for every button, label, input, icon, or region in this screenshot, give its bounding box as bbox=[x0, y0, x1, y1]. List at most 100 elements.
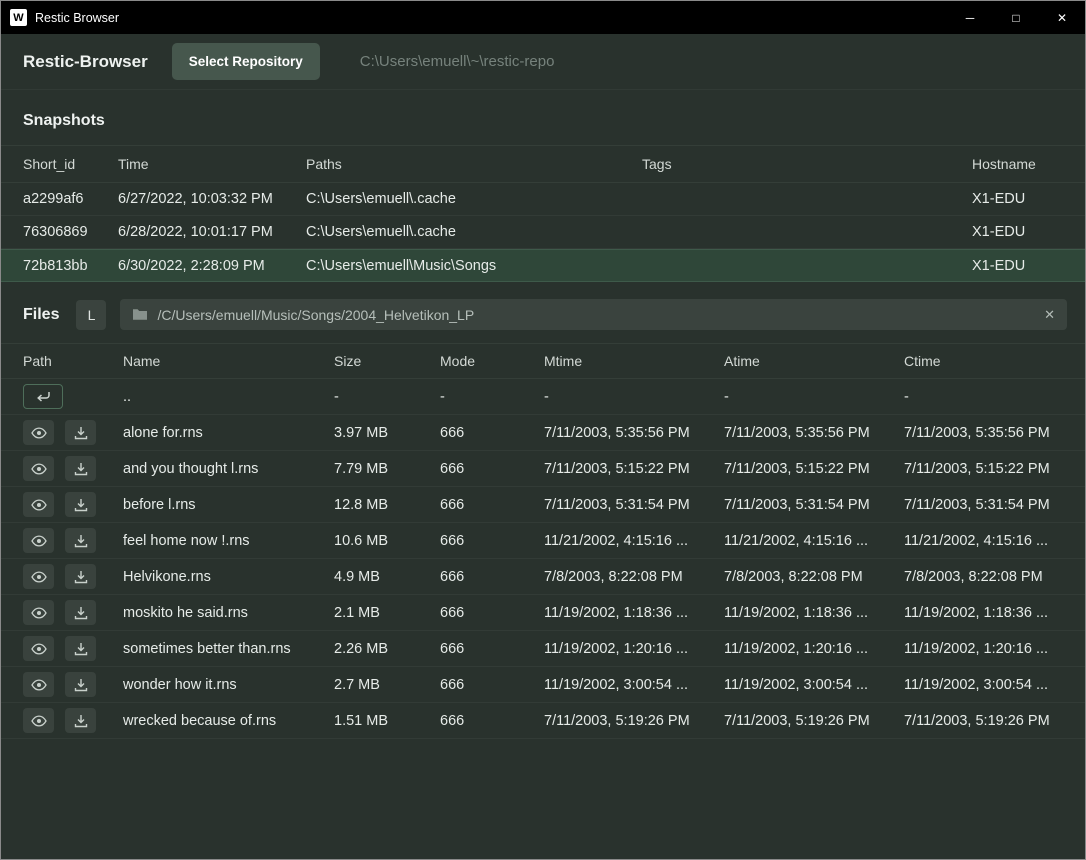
download-file-button[interactable] bbox=[65, 600, 96, 625]
file-ctime: 7/11/2003, 5:35:56 PM bbox=[904, 425, 1085, 441]
preview-file-button[interactable] bbox=[23, 492, 54, 517]
snapshot-paths: C:\Users\emuell\.cache bbox=[306, 224, 642, 240]
snapshot-hostname: X1-EDU bbox=[972, 258, 1085, 274]
file-name: moskito he said.rns bbox=[123, 605, 334, 621]
file-mode: 666 bbox=[440, 677, 544, 693]
parent-directory-row: .. - - - - - bbox=[1, 379, 1085, 415]
file-atime: 11/19/2002, 1:20:16 ... bbox=[724, 641, 904, 657]
column-header-ctime: Ctime bbox=[904, 353, 1085, 369]
preview-file-button[interactable] bbox=[23, 528, 54, 553]
preview-file-button[interactable] bbox=[23, 600, 54, 625]
snapshot-time: 6/28/2022, 10:01:17 PM bbox=[118, 224, 306, 240]
file-row: Helvikone.rns 4.9 MB 666 7/8/2003, 8:22:… bbox=[1, 559, 1085, 595]
preview-file-button[interactable] bbox=[23, 708, 54, 733]
snapshot-short-id: 76306869 bbox=[23, 224, 118, 240]
file-ctime: 7/8/2003, 8:22:08 PM bbox=[904, 569, 1085, 585]
download-file-button[interactable] bbox=[65, 564, 96, 589]
column-header-name: Name bbox=[123, 353, 334, 369]
file-mode: 666 bbox=[440, 533, 544, 549]
titlebar-left: W Restic Browser bbox=[1, 9, 119, 26]
column-header-time: Time bbox=[118, 156, 306, 172]
clear-path-button[interactable]: ✕ bbox=[1044, 307, 1055, 323]
file-mode: 666 bbox=[440, 605, 544, 621]
app-icon: W bbox=[10, 9, 27, 26]
file-size: 12.8 MB bbox=[334, 497, 440, 513]
up-directory-button[interactable] bbox=[23, 384, 63, 409]
file-name: wrecked because of.rns bbox=[123, 713, 334, 729]
column-header-hostname: Hostname bbox=[972, 156, 1085, 172]
download-file-button[interactable] bbox=[65, 456, 96, 481]
file-row: wonder how it.rns 2.7 MB 666 11/19/2002,… bbox=[1, 667, 1085, 703]
download-file-button[interactable] bbox=[65, 420, 96, 445]
snapshot-row-selected[interactable]: 72b813bb 6/30/2022, 2:28:09 PM C:\Users\… bbox=[1, 249, 1085, 282]
files-title: Files bbox=[23, 306, 59, 324]
file-name: wonder how it.rns bbox=[123, 677, 334, 693]
snapshot-hostname: X1-EDU bbox=[972, 191, 1085, 207]
snapshot-short-id: 72b813bb bbox=[23, 258, 118, 274]
snapshots-title: Snapshots bbox=[1, 90, 1085, 145]
file-ctime: 11/19/2002, 1:20:16 ... bbox=[904, 641, 1085, 657]
file-row: moskito he said.rns 2.1 MB 666 11/19/200… bbox=[1, 595, 1085, 631]
file-atime: 7/8/2003, 8:22:08 PM bbox=[724, 569, 904, 585]
file-size: 4.9 MB bbox=[334, 569, 440, 585]
file-row: and you thought l.rns 7.79 MB 666 7/11/2… bbox=[1, 451, 1085, 487]
file-row: before l.rns 12.8 MB 666 7/11/2003, 5:31… bbox=[1, 487, 1085, 523]
file-size: 10.6 MB bbox=[334, 533, 440, 549]
file-mode: 666 bbox=[440, 569, 544, 585]
file-atime: 7/11/2003, 5:19:26 PM bbox=[724, 713, 904, 729]
file-mode: - bbox=[440, 389, 544, 405]
snapshot-row[interactable]: 76306869 6/28/2022, 10:01:17 PM C:\Users… bbox=[1, 216, 1085, 249]
file-mtime: 7/11/2003, 5:19:26 PM bbox=[544, 713, 724, 729]
current-path-value: /C/Users/emuell/Music/Songs/2004_Helveti… bbox=[157, 307, 1035, 323]
column-header-mtime: Mtime bbox=[544, 353, 724, 369]
snapshot-paths: C:\Users\emuell\.cache bbox=[306, 191, 642, 207]
download-file-button[interactable] bbox=[65, 708, 96, 733]
file-row: feel home now !.rns 10.6 MB 666 11/21/20… bbox=[1, 523, 1085, 559]
folder-icon bbox=[132, 308, 148, 321]
column-header-tags: Tags bbox=[642, 156, 972, 172]
file-mode: 666 bbox=[440, 461, 544, 477]
maximize-button[interactable]: □ bbox=[993, 1, 1039, 34]
download-file-button[interactable] bbox=[65, 636, 96, 661]
current-path-input[interactable]: /C/Users/emuell/Music/Songs/2004_Helveti… bbox=[120, 299, 1067, 330]
file-size: 7.79 MB bbox=[334, 461, 440, 477]
select-repository-button[interactable]: Select Repository bbox=[172, 43, 320, 80]
snapshot-paths: C:\Users\emuell\Music\Songs bbox=[306, 258, 642, 274]
window-controls: ─ □ ✕ bbox=[947, 1, 1085, 34]
preview-file-button[interactable] bbox=[23, 456, 54, 481]
file-atime: 11/21/2002, 4:15:16 ... bbox=[724, 533, 904, 549]
file-mtime: 7/11/2003, 5:15:22 PM bbox=[544, 461, 724, 477]
file-mode: 666 bbox=[440, 425, 544, 441]
preview-file-button[interactable] bbox=[23, 564, 54, 589]
column-header-atime: Atime bbox=[724, 353, 904, 369]
preview-file-button[interactable] bbox=[23, 672, 54, 697]
file-ctime: 7/11/2003, 5:31:54 PM bbox=[904, 497, 1085, 513]
window-title: Restic Browser bbox=[35, 11, 119, 25]
file-mtime: 11/19/2002, 1:20:16 ... bbox=[544, 641, 724, 657]
file-size: 2.7 MB bbox=[334, 677, 440, 693]
snapshot-row[interactable]: a2299af6 6/27/2022, 10:03:32 PM C:\Users… bbox=[1, 183, 1085, 216]
download-file-button[interactable] bbox=[65, 672, 96, 697]
file-mtime: - bbox=[544, 389, 724, 405]
snapshot-time: 6/30/2022, 2:28:09 PM bbox=[118, 258, 306, 274]
file-ctime: 7/11/2003, 5:15:22 PM bbox=[904, 461, 1085, 477]
file-row: sometimes better than.rns 2.26 MB 666 11… bbox=[1, 631, 1085, 667]
download-file-button[interactable] bbox=[65, 492, 96, 517]
file-atime: 7/11/2003, 5:15:22 PM bbox=[724, 461, 904, 477]
close-button[interactable]: ✕ bbox=[1039, 1, 1085, 34]
file-size: 1.51 MB bbox=[334, 713, 440, 729]
list-view-toggle-button[interactable]: L bbox=[76, 300, 106, 330]
column-header-mode: Mode bbox=[440, 353, 544, 369]
file-name: sometimes better than.rns bbox=[123, 641, 334, 657]
preview-file-button[interactable] bbox=[23, 636, 54, 661]
download-file-button[interactable] bbox=[65, 528, 96, 553]
files-bar: Files L /C/Users/emuell/Music/Songs/2004… bbox=[1, 282, 1085, 343]
file-mode: 666 bbox=[440, 713, 544, 729]
file-mtime: 7/11/2003, 5:31:54 PM bbox=[544, 497, 724, 513]
snapshot-short-id: a2299af6 bbox=[23, 191, 118, 207]
file-atime: 7/11/2003, 5:35:56 PM bbox=[724, 425, 904, 441]
file-ctime: - bbox=[904, 389, 1085, 405]
snapshot-time: 6/27/2022, 10:03:32 PM bbox=[118, 191, 306, 207]
minimize-button[interactable]: ─ bbox=[947, 1, 993, 34]
preview-file-button[interactable] bbox=[23, 420, 54, 445]
